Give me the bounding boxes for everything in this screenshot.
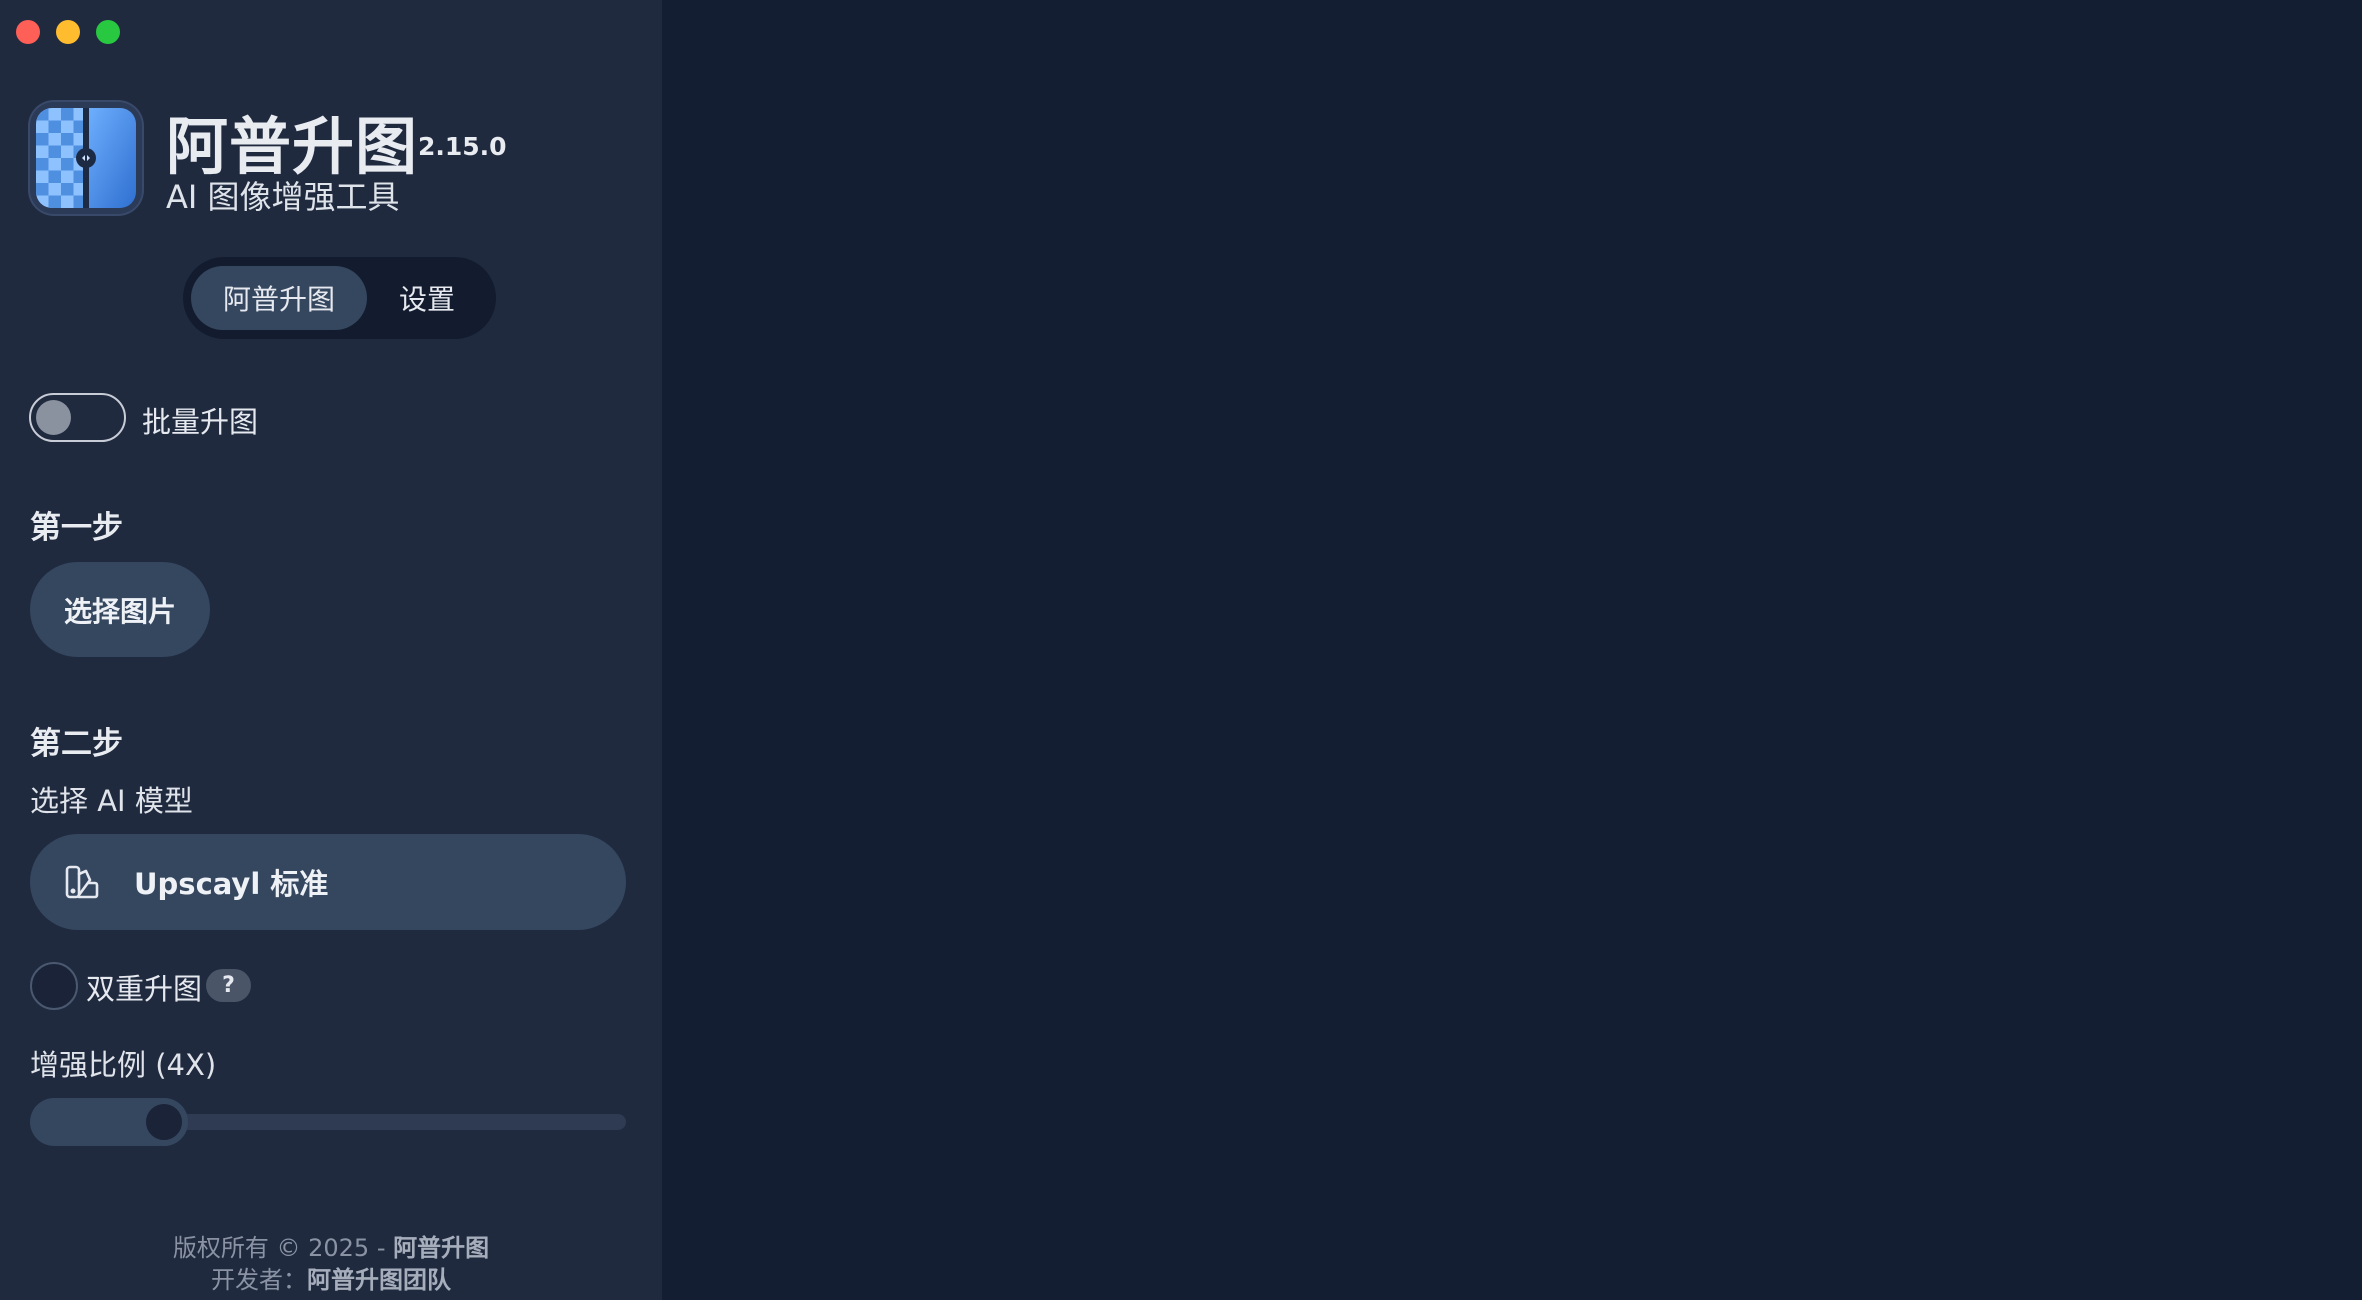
developer-name[interactable]: 阿普升图团队 [307,1266,451,1294]
minimize-window-button[interactable] [56,20,80,44]
copyright-prefix: 版权所有 © 2025 - [172,1234,394,1262]
close-window-button[interactable] [16,20,40,44]
toggle-knob [36,400,71,435]
footer-copyright: 版权所有 © 2025 - 阿普升图 [0,1228,662,1263]
model-name: Upscayl 标准 [134,867,329,901]
scale-label: 增强比例 (4X) [30,1048,217,1082]
sidebar: 阿普升图 2.15.0 AI 图像增强工具 阿普升图 设置 批量升图 第一步 选… [0,0,662,1300]
double-upscale-label: 双重升图 [86,972,203,1006]
app-subtitle: AI 图像增强工具 [166,178,400,216]
batch-upscale-toggle[interactable] [29,393,126,442]
step-two-heading: 第二步 [30,726,123,762]
image-preview-area[interactable] [662,0,2362,1300]
app-version: 2.15.0 [418,132,507,161]
tab-settings[interactable]: 设置 [367,266,487,330]
maximize-window-button[interactable] [96,20,120,44]
copyright-owner[interactable]: 阿普升图 [393,1234,489,1262]
batch-upscale-label: 批量升图 [142,405,259,439]
app-window: 阿普升图 2.15.0 AI 图像增强工具 阿普升图 设置 批量升图 第一步 选… [0,0,2362,1300]
tab-bar: 阿普升图 设置 [183,257,496,339]
app-logo-icon [30,102,142,214]
model-select[interactable]: Upscayl 标准 [30,834,626,930]
double-upscale-checkbox[interactable] [30,962,78,1010]
model-label: 选择 AI 模型 [30,784,193,818]
developer-prefix: 开发者： [211,1266,307,1294]
scale-slider-thumb[interactable] [140,1098,188,1146]
window-controls [16,20,120,44]
palette-icon [65,865,99,899]
step-one-heading: 第一步 [30,510,123,546]
footer-developer: 开发者：阿普升图团队 [0,1260,662,1295]
help-badge[interactable]: ? [206,969,251,1002]
select-image-button[interactable]: 选择图片 [30,562,210,657]
tab-upscale[interactable]: 阿普升图 [191,266,367,330]
